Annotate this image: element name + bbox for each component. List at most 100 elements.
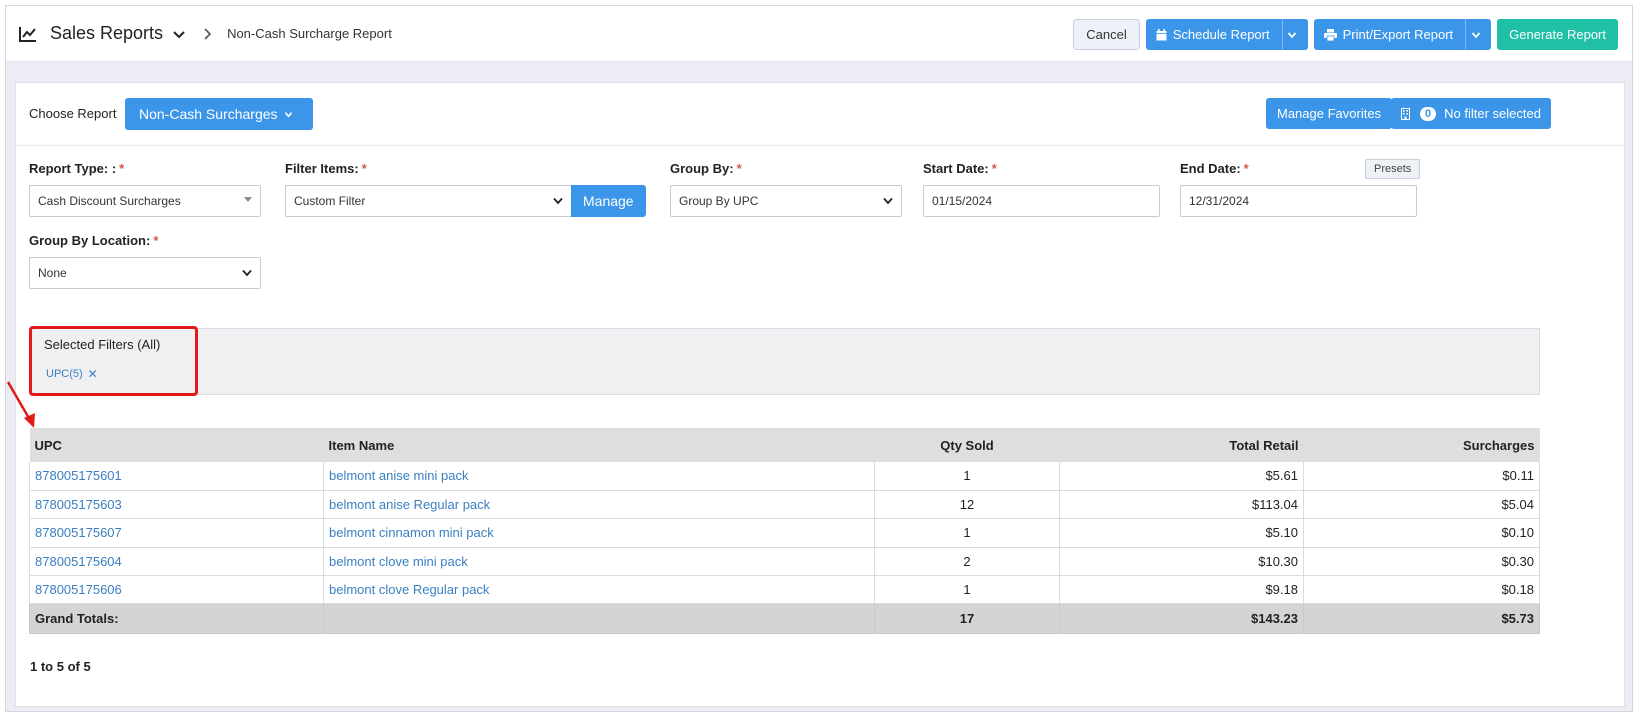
grand-totals-label: Grand Totals: [29,603,324,635]
filter-chip[interactable]: UPC(5) ✕ [46,367,98,381]
breadcrumb: Non-Cash Surcharge Report [227,26,392,41]
generate-report-button[interactable]: Generate Report [1497,19,1618,50]
start-date-value: 01/15/2024 [932,194,993,208]
print-export-label: Print/Export Report [1342,27,1454,42]
filter-count-badge: 0 [1420,106,1437,121]
retail-cell: $5.10 [1059,518,1304,548]
table-row: 878005175606 belmont clove Regular pack … [29,575,1540,605]
retail-cell: $113.04 [1059,490,1304,520]
column-header-surcharges[interactable]: Surcharges [1304,428,1540,462]
chevron-down-icon [883,197,893,205]
table-row: 878005175603 belmont anise Regular pack … [29,490,1540,520]
start-date-label: Start Date: * [923,161,997,176]
manage-filter-button[interactable]: Manage [571,185,646,217]
report-type-label: Report Type: : * [29,161,124,176]
upc-link[interactable]: 878005175604 [29,547,324,577]
end-date-label-text: End Date: [1180,161,1241,176]
required-mark: * [991,161,997,176]
group-by-label-text: Group By: [670,161,734,176]
group-by-value: Group By UPC [679,194,759,208]
group-by-location-label: Group By Location: * [29,233,158,248]
filter-chip-label: UPC(5) [46,368,83,380]
close-icon[interactable]: ✕ [88,367,98,381]
schedule-report-dropdown[interactable] [1281,19,1308,50]
column-header-item-name[interactable]: Item Name [324,428,875,462]
report-selector-button[interactable]: Non-Cash Surcharges [125,98,313,130]
qty-cell: 1 [874,462,1060,491]
chevron-down-icon [1287,31,1297,38]
report-type-label-text: Report Type: : [29,161,117,176]
filter-items-label: Filter Items: * [285,161,367,176]
upc-link[interactable]: 878005175603 [29,490,324,520]
upc-link[interactable]: 878005175606 [29,575,324,605]
qty-cell: 12 [874,490,1060,520]
filter-items-select[interactable]: Custom Filter [285,185,572,217]
filter-status-button[interactable]: 0 No filter selected [1391,98,1551,129]
table-row: 878005175601 belmont anise mini pack 1 $… [29,462,1540,491]
selected-filters-title: Selected Filters (All) [44,337,161,352]
report-card: Choose Report Non-Cash Surcharges Manage… [15,82,1625,707]
column-header-upc[interactable]: UPC [30,428,324,462]
table-header-row: UPC Item Name Qty Sold Total Retail Surc… [29,428,1540,462]
qty-cell: 2 [874,547,1060,577]
chevron-down-icon [284,111,292,118]
line-chart-icon [19,26,36,42]
start-date-label-text: Start Date: [923,161,989,176]
item-name-link[interactable]: belmont clove Regular pack [323,575,875,605]
printer-icon [1323,28,1337,41]
group-by-location-value: None [38,266,67,280]
grand-totals-retail: $143.23 [1059,603,1304,635]
print-export-split: Print/Export Report [1313,19,1492,50]
page-title: Sales Reports [50,23,164,43]
table-row: 878005175604 belmont clove mini pack 2 $… [29,547,1540,577]
manage-favorites-button[interactable]: Manage Favorites [1266,98,1393,129]
header-actions: Cancel Schedule Report Print/Export Repo… [1073,19,1618,50]
group-by-select[interactable]: Group By UPC [670,185,902,217]
top-bar: Sales Reports Non-Cash Surcharge Report … [6,6,1632,62]
item-name-link[interactable]: belmont cinnamon mini pack [323,518,875,548]
schedule-report-button[interactable]: Schedule Report [1145,19,1282,50]
choose-report-label: Choose Report [29,106,117,121]
cancel-button[interactable]: Cancel [1073,19,1140,50]
surcharge-cell: $0.18 [1303,575,1540,605]
column-header-qty-sold[interactable]: Qty Sold [875,428,1060,462]
column-header-total-retail[interactable]: Total Retail [1060,428,1304,462]
presets-button[interactable]: Presets [1365,159,1421,179]
annotation-arrow-icon [6,381,35,428]
required-mark: * [736,161,742,176]
end-date-input[interactable]: 12/31/2024 [1180,185,1417,217]
print-export-dropdown[interactable] [1465,19,1492,50]
item-name-link[interactable]: belmont anise Regular pack [323,490,875,520]
group-by-location-select[interactable]: None [29,257,261,289]
start-date-input[interactable]: 01/15/2024 [923,185,1160,217]
required-mark: * [119,161,125,176]
required-mark: * [153,233,159,248]
grand-totals-surcharges: $5.73 [1303,603,1540,635]
upc-link[interactable]: 878005175607 [29,518,324,548]
building-icon [1401,107,1410,120]
end-date-value: 12/31/2024 [1189,194,1250,208]
caret-down-icon [244,197,252,202]
report-table: UPC Item Name Qty Sold Total Retail Surc… [29,428,1540,635]
report-type-select[interactable]: Cash Discount Surcharges [29,185,261,217]
chevron-down-icon [1471,31,1480,38]
surcharge-cell: $0.11 [1303,462,1540,491]
item-name-link[interactable]: belmont clove mini pack [323,547,875,577]
grand-totals-empty [323,603,875,635]
end-date-label: End Date: * [1180,161,1249,176]
print-export-button[interactable]: Print/Export Report [1313,19,1466,50]
retail-cell: $5.61 [1059,462,1304,491]
calendar-icon [1156,28,1167,40]
surcharge-cell: $0.30 [1303,547,1540,577]
chevron-down-icon[interactable] [171,26,187,42]
report-selector-label: Non-Cash Surcharges [139,106,278,122]
required-mark: * [361,161,367,176]
choose-report-row: Choose Report Non-Cash Surcharges Manage… [16,83,1624,146]
chevron-right-icon [204,27,212,40]
chevron-down-icon [553,197,563,205]
grand-totals-qty: 17 [874,603,1060,635]
upc-link[interactable]: 878005175601 [29,462,324,491]
app-frame: Sales Reports Non-Cash Surcharge Report … [5,5,1633,712]
item-name-link[interactable]: belmont anise mini pack [323,462,875,491]
pagination-summary: 1 to 5 of 5 [30,659,91,674]
